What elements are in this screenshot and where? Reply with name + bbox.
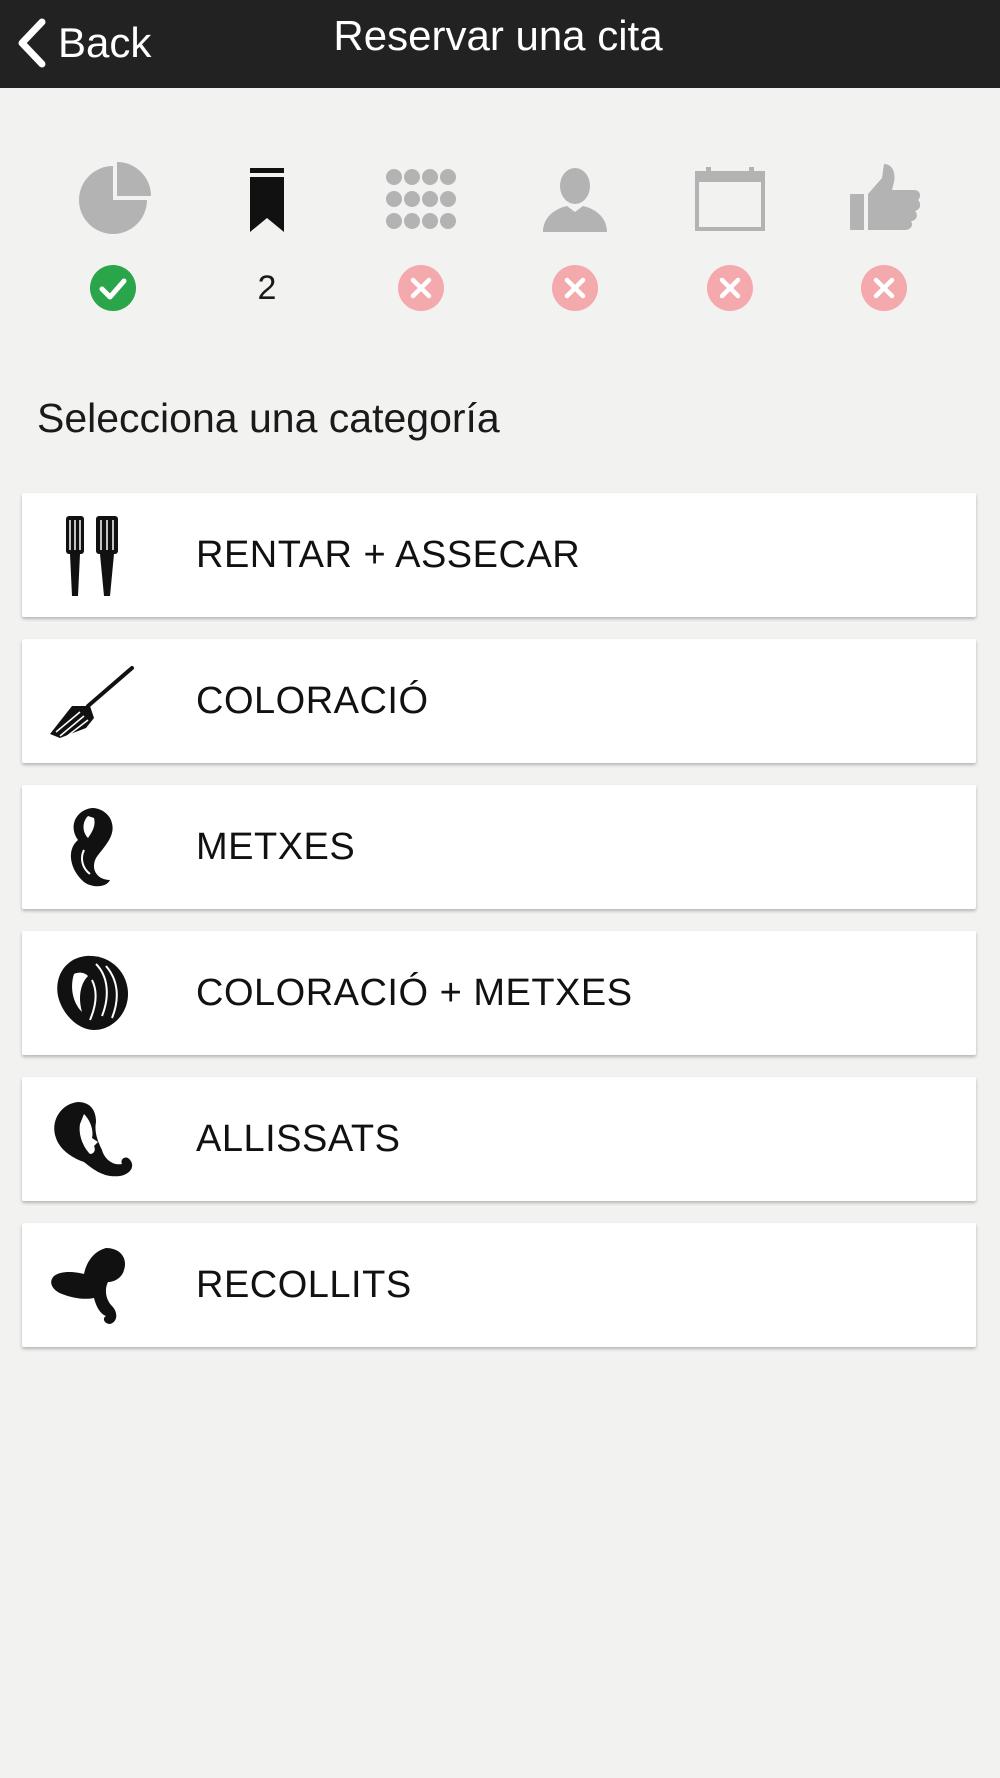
woman-hair-profile-icon xyxy=(48,1096,134,1182)
pending-x-icon xyxy=(397,264,445,312)
updo-hair-icon xyxy=(48,1242,134,1328)
thumbs-up-icon xyxy=(844,160,924,240)
dye-brush-icon xyxy=(48,658,134,744)
hair-highlights-icon xyxy=(48,804,134,890)
pie-chart-icon xyxy=(73,160,153,240)
step-service[interactable] xyxy=(356,160,486,320)
calendar-icon xyxy=(690,160,770,240)
user-icon xyxy=(535,160,615,240)
step-date[interactable] xyxy=(665,160,795,320)
done-check-icon xyxy=(89,264,137,312)
back-label: Back xyxy=(58,19,152,66)
hair-brushes-icon xyxy=(48,512,134,598)
step-category[interactable]: 2 xyxy=(202,160,332,320)
category-item-metxes[interactable]: METXES xyxy=(22,785,976,909)
chevron-left-icon xyxy=(18,18,46,68)
pending-x-icon xyxy=(706,264,754,312)
grid-dots-icon xyxy=(381,160,461,240)
booking-steps: 2 xyxy=(0,160,1000,320)
category-label: ALLISSATS xyxy=(196,1118,401,1160)
bookmark-icon xyxy=(227,160,307,240)
pending-x-icon xyxy=(860,264,908,312)
pending-x-icon xyxy=(551,264,599,312)
category-item-rentar-assecar[interactable]: RENTAR + ASSECAR xyxy=(22,493,976,617)
section-title: Selecciona una categoría xyxy=(37,395,500,441)
category-label: METXES xyxy=(196,826,356,868)
category-list: RENTAR + ASSECAR COLORACIÓ METXES COLORA… xyxy=(22,493,976,1369)
hair-color-highlights-icon xyxy=(48,950,134,1036)
step-staff[interactable] xyxy=(510,160,640,320)
step-number: 2 xyxy=(257,269,277,307)
category-item-coloracio-metxes[interactable]: COLORACIÓ + METXES xyxy=(22,931,976,1055)
category-label: COLORACIÓ + METXES xyxy=(196,972,633,1014)
category-item-coloracio[interactable]: COLORACIÓ xyxy=(22,639,976,763)
step-confirm[interactable] xyxy=(819,160,949,320)
top-nav-bar: Reservar una cita Back xyxy=(0,0,1000,88)
back-button[interactable]: Back xyxy=(14,8,151,78)
category-label: RENTAR + ASSECAR xyxy=(196,534,581,576)
category-label: RECOLLITS xyxy=(196,1264,412,1306)
category-item-recollits[interactable]: RECOLLITS xyxy=(22,1223,976,1347)
category-label: COLORACIÓ xyxy=(196,680,429,722)
category-item-allissats[interactable]: ALLISSATS xyxy=(22,1077,976,1201)
step-category-group[interactable] xyxy=(48,160,178,320)
